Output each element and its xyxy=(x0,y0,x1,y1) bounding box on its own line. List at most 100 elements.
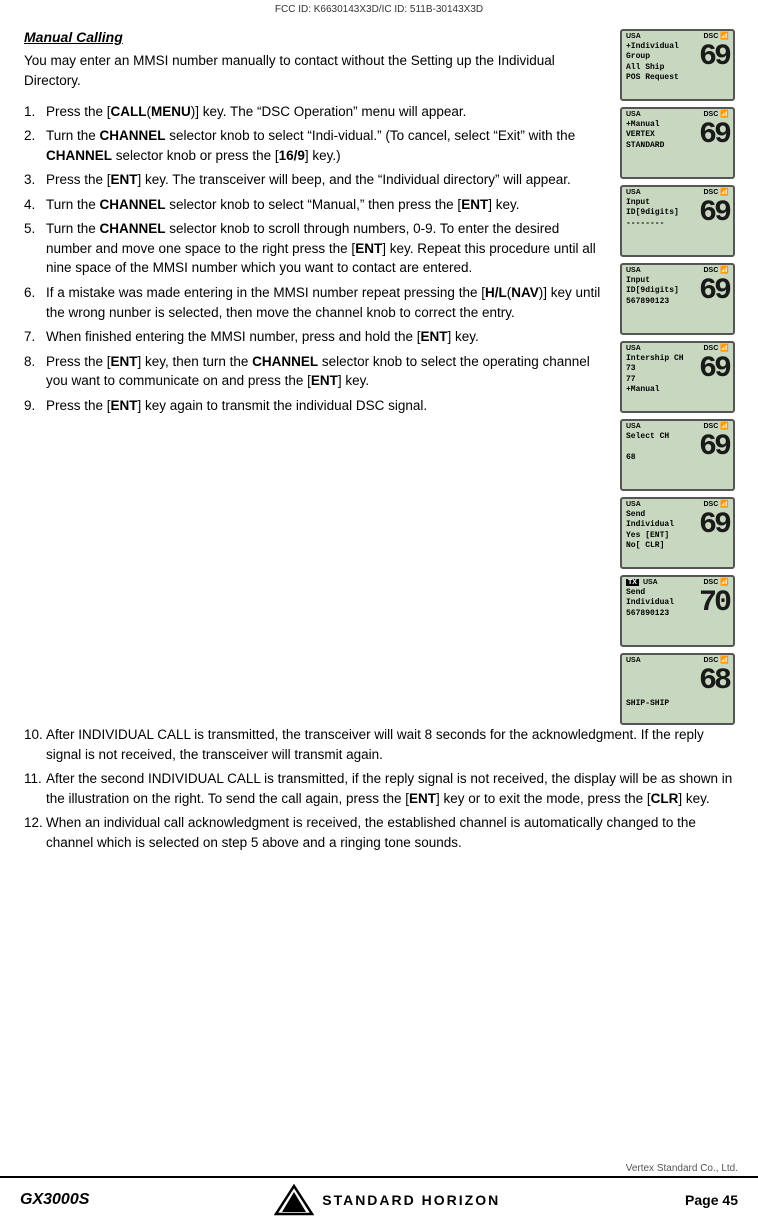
step-4: 4. Turn the CHANNEL selector knob to sel… xyxy=(24,195,608,215)
step-3-num: 3. xyxy=(24,170,46,190)
step-8-channel: CHANNEL xyxy=(252,354,318,369)
lcd-6-dsc-area: DSC 📶 xyxy=(704,422,730,430)
step-7-num: 7. xyxy=(24,327,46,347)
lcd-4-number: 69 xyxy=(699,276,729,306)
lcd-6-dsc: DSC xyxy=(704,423,719,430)
lcd-5-dsc: DSC xyxy=(704,345,719,352)
step-12: 12. When an individual call acknowledgme… xyxy=(24,813,740,852)
lcd-4-signal-icon: 📶 xyxy=(720,266,729,274)
step-9: 9. Press the [ENT] key again to transmit… xyxy=(24,396,608,416)
lcd-display-1: USA DSC 📶 +IndividualGroupAll ShipPOS Re… xyxy=(620,29,735,101)
lcd-2-number: 69 xyxy=(699,120,729,150)
lcd-3-dsc-area: DSC 📶 xyxy=(704,188,730,196)
lcd-7-signal-icon: 📶 xyxy=(720,500,729,508)
lcd-8-number: 70 xyxy=(699,588,729,618)
step-5-key: ENT xyxy=(355,241,382,256)
lcd-7-dsc-area: DSC 📶 xyxy=(704,500,730,508)
lcd-display-7: USA DSC 📶 SendIndividualYes [ENT]No[ CLR… xyxy=(620,497,735,569)
step-7-key: ENT xyxy=(420,329,447,344)
lcd-2-body: +ManualVERTEXSTANDARD 69 xyxy=(622,119,733,152)
lcd-8-signal-icon: 📶 xyxy=(720,578,729,586)
lcd-9-bottom-text: SHIP-SHIP xyxy=(622,699,733,708)
lcd-9-body: 68 xyxy=(622,665,733,697)
step-2: 2. Turn the CHANNEL selector knob to sel… xyxy=(24,126,608,165)
step-1-key2: MENU xyxy=(151,104,191,119)
step-4-key: ENT xyxy=(461,197,488,212)
lcd-1-signal-icon: 📶 xyxy=(720,32,729,40)
lcd-8-usa: USA xyxy=(643,579,658,586)
step-8-key2: ENT xyxy=(311,373,338,388)
section-title: Manual Calling xyxy=(24,29,608,45)
lcd-7-dsc: DSC xyxy=(704,501,719,508)
lcd-6-usa: USA xyxy=(626,423,641,430)
lcd-9-dsc: DSC xyxy=(704,657,719,664)
step-6-key2: NAV xyxy=(511,285,539,300)
step-2-channel2: CHANNEL xyxy=(46,148,112,163)
footer-page-label: Page 45 xyxy=(685,1192,738,1208)
lcd-5-left: Intership CH7377+Manual xyxy=(626,354,684,396)
step-9-num: 9. xyxy=(24,396,46,416)
footer-model: GX3000S xyxy=(20,1191,89,1209)
bottom-section: Vertex Standard Co., Ltd. GX3000S STANDA… xyxy=(0,1161,758,1222)
footer-logo-area: STANDARD HORIZON xyxy=(274,1184,500,1216)
lcd-6-signal-icon: 📶 xyxy=(720,422,729,430)
lcd-4-left: InputID[9digits]567890123 xyxy=(626,276,679,307)
step-5-num: 5. xyxy=(24,219,46,239)
step-4-num: 4. xyxy=(24,195,46,215)
lcd-8-dsc-area: DSC 📶 xyxy=(704,578,730,586)
lcd-1-dsc: DSC xyxy=(704,33,719,40)
step-12-text: When an individual call acknowledgment i… xyxy=(46,813,740,852)
step-5-text: Turn the CHANNEL selector knob to scroll… xyxy=(46,219,608,278)
step-1-num: 1. xyxy=(24,102,46,122)
lcd-6-body: Select CH68 69 xyxy=(622,431,733,464)
step-2-key: 16/9 xyxy=(279,148,305,163)
lcd-9-number: 68 xyxy=(699,666,729,696)
lcd-9-dsc-area: DSC 📶 xyxy=(704,656,730,664)
lcd-6-left: Select CH68 xyxy=(626,432,669,463)
lcd-4-dsc-area: DSC 📶 xyxy=(704,266,730,274)
step-3-key: ENT xyxy=(111,172,138,187)
lcd-2-left: +ManualVERTEXSTANDARD xyxy=(626,120,664,151)
step-3: 3. Press the [ENT] key. The transceiver … xyxy=(24,170,608,190)
step-10-text: After INDIVIDUAL CALL is transmitted, th… xyxy=(46,725,740,764)
step-9-text: Press the [ENT] key again to transmit th… xyxy=(46,396,608,416)
step-11-clr: CLR xyxy=(651,791,679,806)
lcd-5-number: 69 xyxy=(699,354,729,384)
lcd-display-8: TX USA DSC 📶 SendIndividual567890123 70 xyxy=(620,575,735,647)
lcd-4-usa: USA xyxy=(626,267,641,274)
lcd-5-dsc-area: DSC 📶 xyxy=(704,344,730,352)
step-8-num: 8. xyxy=(24,352,46,372)
tx-indicator: TX xyxy=(626,579,639,586)
lcd-display-5: USA DSC 📶 Intership CH7377+Manual 69 xyxy=(620,341,735,413)
lcd-7-left: SendIndividualYes [ENT]No[ CLR] xyxy=(626,510,674,552)
step-2-channel: CHANNEL xyxy=(100,128,166,143)
lcd-3-number: 69 xyxy=(699,198,729,228)
step-1-key: CALL xyxy=(111,104,147,119)
lcd-3-left: InputID[9digits]-------- xyxy=(626,198,679,229)
fcc-header: FCC ID: K6630143X3D/IC ID: 511B-30143X3D xyxy=(0,0,758,17)
text-column: Manual Calling You may enter an MMSI num… xyxy=(24,29,620,725)
step-4-channel: CHANNEL xyxy=(100,197,166,212)
lcd-display-2: USA DSC 📶 +ManualVERTEXSTANDARD 69 xyxy=(620,107,735,179)
step-11-text: After the second INDIVIDUAL CALL is tran… xyxy=(46,769,740,808)
step-10: 10. After INDIVIDUAL CALL is transmitted… xyxy=(24,725,740,764)
step-8: 8. Press the [ENT] key, then turn the CH… xyxy=(24,352,608,391)
lcd-6-number: 69 xyxy=(699,432,729,462)
standard-horizon-logo-icon xyxy=(274,1184,314,1216)
lcd-display-4: USA DSC 📶 InputID[9digits]567890123 69 xyxy=(620,263,735,335)
step-1: 1. Press the [CALL(MENU)] key. The “DSC … xyxy=(24,102,608,122)
intro-paragraph: You may enter an MMSI number manually to… xyxy=(24,51,608,92)
lcd-1-usa: USA xyxy=(626,33,641,40)
footer-brand-text: STANDARD HORIZON xyxy=(322,1192,500,1208)
lcd-display-3: USA DSC 📶 InputID[9digits]-------- 69 xyxy=(620,185,735,257)
lcd-1-number: 69 xyxy=(699,42,729,72)
step-11-num: 11. xyxy=(24,769,46,808)
step-6: 6. If a mistake was made entering in the… xyxy=(24,283,608,322)
lcd-3-signal-icon: 📶 xyxy=(720,188,729,196)
lcd-4-dsc: DSC xyxy=(704,267,719,274)
lcd-7-usa: USA xyxy=(626,501,641,508)
lcd-3-body: InputID[9digits]-------- 69 xyxy=(622,197,733,230)
step-2-num: 2. xyxy=(24,126,46,146)
lcd-2-signal-icon: 📶 xyxy=(720,110,729,118)
lcd-9-signal-icon: 📶 xyxy=(720,656,729,664)
